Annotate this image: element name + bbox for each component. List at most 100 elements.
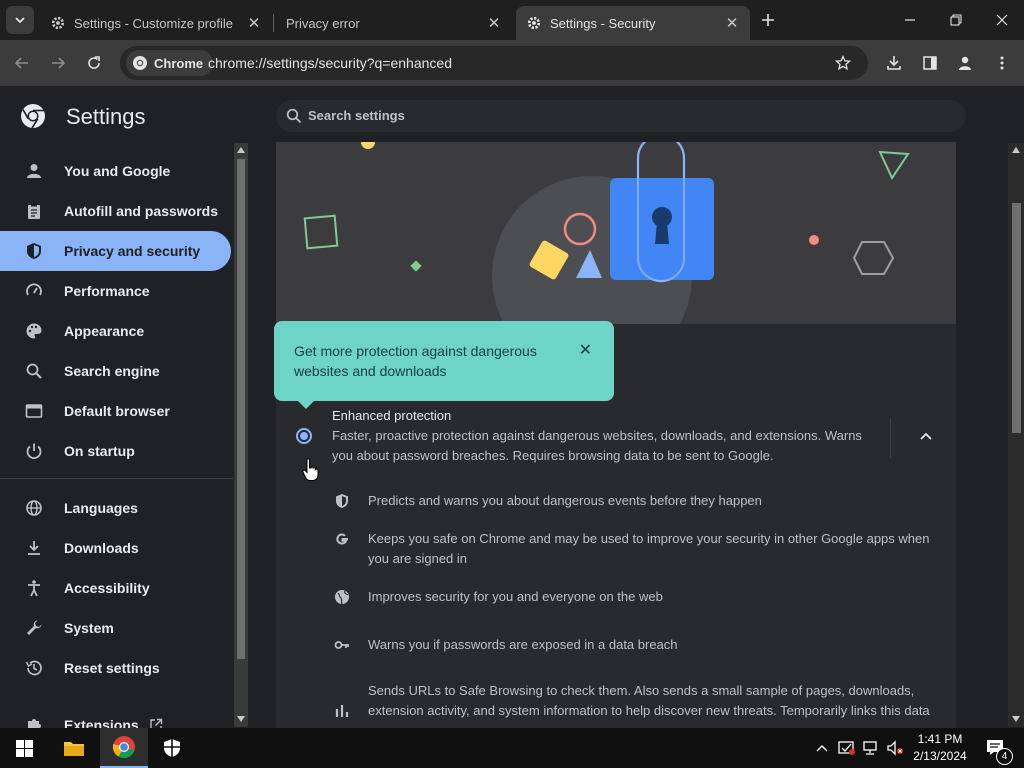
chevron-up-icon bbox=[920, 432, 932, 440]
menu-button[interactable] bbox=[988, 49, 1016, 77]
shield-icon bbox=[164, 739, 180, 757]
download-icon bbox=[887, 56, 901, 70]
sidebar-item-label: Languages bbox=[64, 500, 138, 516]
sidebar-item-privacy-security[interactable]: Privacy and security bbox=[0, 231, 231, 271]
radio-dot bbox=[300, 432, 308, 440]
speedometer-icon bbox=[24, 281, 44, 301]
tab-settings-security[interactable]: Settings - Security ✕ bbox=[516, 6, 750, 40]
file-explorer-button[interactable] bbox=[50, 728, 98, 768]
minimize-button[interactable] bbox=[890, 0, 930, 40]
chrome-logo-icon bbox=[133, 56, 147, 70]
url-text[interactable]: chrome://settings/security?q=enhanced bbox=[208, 55, 452, 71]
settings-sidebar: You and Google Autofill and passwords Pr… bbox=[0, 142, 233, 728]
scroll-down-arrow-icon[interactable] bbox=[1012, 716, 1020, 722]
benefit-text: Improves security for you and everyone o… bbox=[368, 589, 663, 604]
sidebar-item-label: Extensions bbox=[64, 717, 139, 728]
sidebar-item-label: Autofill and passwords bbox=[64, 203, 219, 219]
globe-icon bbox=[332, 587, 352, 607]
clock[interactable]: 1:41 PM 2/13/2024 bbox=[908, 731, 972, 765]
address-bar[interactable]: Chrome chrome://settings/security?q=enha… bbox=[120, 46, 868, 80]
google-g-icon bbox=[332, 529, 352, 549]
chevron-up-icon bbox=[816, 745, 828, 752]
downloads-button[interactable] bbox=[880, 49, 908, 77]
close-icon[interactable]: ✕ bbox=[486, 15, 502, 32]
profile-button[interactable] bbox=[951, 49, 979, 77]
sidebar-item-label: Performance bbox=[64, 283, 150, 299]
sidebar-item-label: Privacy and security bbox=[64, 243, 201, 259]
collapse-button[interactable] bbox=[912, 424, 940, 448]
bookmark-star-button[interactable] bbox=[832, 52, 854, 74]
security-illustration bbox=[276, 142, 956, 376]
main-scrollbar[interactable] bbox=[1008, 143, 1024, 727]
chrome-logo-icon bbox=[112, 736, 135, 759]
tab-label: Settings - Customize profile bbox=[74, 15, 233, 31]
restore-button[interactable] bbox=[936, 0, 976, 40]
clipboard-icon bbox=[24, 201, 44, 221]
reload-button[interactable] bbox=[80, 49, 108, 77]
side-panel-button[interactable] bbox=[916, 49, 944, 77]
sidebar-item-performance[interactable]: Performance bbox=[0, 271, 231, 311]
wrench-icon bbox=[24, 618, 44, 638]
sidebar-item-accessibility[interactable]: Accessibility bbox=[0, 568, 231, 608]
main-scrollbar-thumb[interactable] bbox=[1012, 203, 1021, 433]
sidebar-item-extensions[interactable]: Extensions bbox=[0, 705, 231, 728]
show-hidden-icons-button[interactable] bbox=[812, 728, 832, 768]
sidebar-item-reset-settings[interactable]: Reset settings bbox=[0, 648, 231, 688]
sidebar-item-default-browser[interactable]: Default browser bbox=[0, 391, 231, 431]
scroll-up-arrow-icon[interactable] bbox=[237, 147, 245, 153]
shield-icon bbox=[24, 241, 44, 261]
open-in-new-icon bbox=[149, 718, 163, 728]
tray-security-icon[interactable] bbox=[836, 728, 858, 768]
sidebar-item-appearance[interactable]: Appearance bbox=[0, 311, 231, 351]
defender-icon bbox=[838, 741, 855, 755]
gear-icon bbox=[50, 15, 66, 31]
bar-chart-icon bbox=[332, 701, 352, 721]
globe-icon bbox=[24, 498, 44, 518]
sidebar-item-label: Accessibility bbox=[64, 580, 150, 596]
sidebar-scrollbar-thumb[interactable] bbox=[237, 159, 245, 659]
enhanced-protection-radio[interactable] bbox=[296, 428, 312, 444]
back-button[interactable] bbox=[8, 49, 36, 77]
close-icon[interactable]: ✕ bbox=[724, 15, 740, 32]
sidebar-item-downloads[interactable]: Downloads bbox=[0, 528, 231, 568]
sidebar-item-system[interactable]: System bbox=[0, 608, 231, 648]
network-icon bbox=[863, 741, 877, 755]
notifications-button[interactable]: 4 bbox=[980, 728, 1013, 768]
puzzle-icon bbox=[24, 715, 44, 728]
sidebar-divider bbox=[0, 478, 233, 479]
security-app-button[interactable] bbox=[148, 728, 196, 768]
tab-privacy-error[interactable]: Privacy error ✕ bbox=[276, 6, 512, 40]
forward-button[interactable] bbox=[44, 49, 72, 77]
arrow-right-icon bbox=[52, 57, 66, 69]
more-vert-icon bbox=[1000, 56, 1004, 70]
tab-customize-profile[interactable]: Settings - Customize profile ✕ bbox=[40, 6, 272, 40]
close-icon[interactable]: ✕ bbox=[246, 15, 262, 32]
clock-time: 1:41 PM bbox=[917, 732, 963, 746]
person-icon bbox=[24, 161, 44, 181]
sidebar-item-languages[interactable]: Languages bbox=[0, 488, 231, 528]
folder-icon bbox=[64, 742, 84, 756]
sidebar-item-on-startup[interactable]: On startup bbox=[0, 431, 231, 471]
tab-search-button[interactable] bbox=[6, 6, 34, 34]
close-window-button[interactable] bbox=[982, 0, 1022, 40]
volume-button[interactable] bbox=[884, 728, 906, 768]
site-info-chip[interactable]: Chrome bbox=[126, 50, 214, 76]
tooltip-arrow bbox=[298, 401, 314, 409]
network-button[interactable] bbox=[860, 728, 882, 768]
sidebar-item-search-engine[interactable]: Search engine bbox=[0, 351, 231, 391]
start-button[interactable] bbox=[0, 728, 48, 768]
search-placeholder: Search settings bbox=[308, 108, 405, 123]
sidebar-scrollbar[interactable] bbox=[234, 143, 248, 727]
search-settings-input[interactable]: Search settings bbox=[276, 100, 966, 132]
settings-header: Settings Search settings bbox=[0, 86, 1024, 142]
chrome-taskbar-button[interactable] bbox=[100, 728, 148, 768]
person-icon bbox=[959, 56, 971, 70]
sidebar-item-autofill[interactable]: Autofill and passwords bbox=[0, 191, 231, 231]
close-icon[interactable]: ✕ bbox=[579, 341, 592, 361]
key-icon bbox=[332, 635, 352, 655]
new-tab-button[interactable] bbox=[756, 8, 780, 32]
scroll-down-arrow-icon[interactable] bbox=[237, 716, 245, 722]
palette-icon bbox=[24, 321, 44, 341]
scroll-up-arrow-icon[interactable] bbox=[1012, 147, 1020, 153]
sidebar-item-you-and-google[interactable]: You and Google bbox=[0, 151, 231, 191]
